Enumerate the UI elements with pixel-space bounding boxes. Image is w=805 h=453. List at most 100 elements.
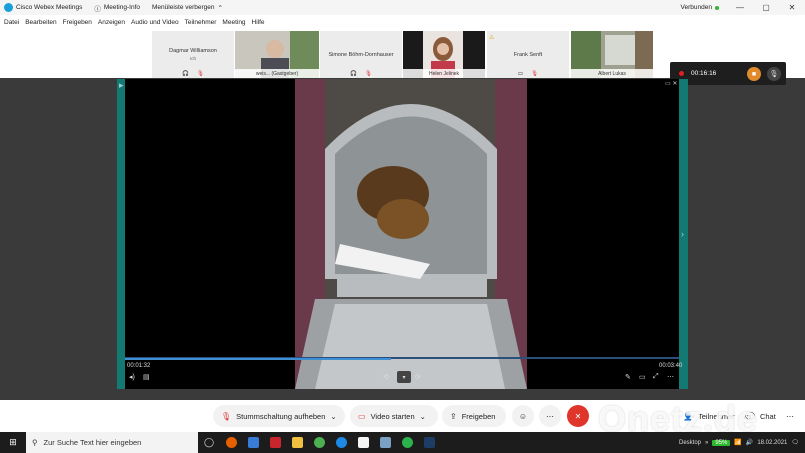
webex-window: Cisco Webex Meetings ⓘ Meeting-Info Menü… bbox=[0, 0, 805, 453]
network-icon[interactable]: 📶 bbox=[734, 439, 741, 446]
battery-indicator[interactable]: 95% bbox=[712, 439, 731, 446]
headset-icon: 🎧 bbox=[182, 71, 189, 77]
participant-name: Frank Senft bbox=[513, 51, 543, 58]
headset-icon: 🎧 bbox=[350, 71, 357, 77]
participant-tile-frank[interactable]: ⚠ Frank Senft ▭ 🎙 bbox=[487, 31, 569, 78]
unmute-button[interactable]: 🎙 Stummschaltung aufheben ⌄ bbox=[213, 405, 345, 427]
connection-status-label: Verbunden bbox=[680, 4, 712, 11]
participant-name: Simone Böhm-Dornhauser bbox=[328, 51, 394, 58]
muted-mic-icon: 🎙 bbox=[196, 71, 204, 77]
participant-tools: 🎧 🎙 bbox=[320, 71, 402, 77]
mailbox-image bbox=[295, 79, 527, 389]
end-meeting-button[interactable]: ✕ bbox=[567, 405, 589, 427]
next-arrow-icon[interactable]: › bbox=[681, 229, 684, 239]
shared-content: 00:01:32 00:03:40 ◂) ▤ ⟲ ▾ ⟳ ✎ ▭ ⤢ ⋯ bbox=[117, 79, 688, 389]
taskbar-search[interactable]: ⚲ Zur Suche Text hier eingeben bbox=[26, 432, 198, 453]
video-progress-bar[interactable] bbox=[125, 358, 391, 360]
title-bar: Cisco Webex Meetings ⓘ Meeting-Info Menü… bbox=[0, 0, 805, 15]
info-icon: ⓘ bbox=[94, 5, 101, 13]
search-placeholder: Zur Suche Text hier eingeben bbox=[43, 438, 142, 447]
menu-audio-video[interactable]: Audio und Video bbox=[131, 19, 179, 26]
participant-tools: 🎧 🎙 bbox=[152, 71, 234, 77]
connected-dot-icon bbox=[715, 5, 719, 10]
more-button[interactable]: ⋯ bbox=[539, 405, 561, 427]
video-off-icon: ▭ bbox=[517, 71, 524, 77]
connection-status: Verbunden bbox=[681, 4, 719, 11]
photoshop-icon[interactable] bbox=[418, 432, 440, 453]
volume-tray-icon[interactable]: 🔊 bbox=[746, 439, 753, 446]
video-total-time: 00:03:40 bbox=[659, 363, 683, 369]
participant-tile-helen[interactable]: Helen Jelinek bbox=[403, 31, 485, 78]
webex-logo-icon bbox=[4, 3, 13, 12]
menu-bearbeiten[interactable]: Bearbeiten bbox=[25, 19, 56, 26]
participant-label: Albert Lukas bbox=[571, 69, 653, 78]
task-view-icon[interactable]: ◯ bbox=[198, 432, 220, 453]
volume-icon[interactable]: ◂) bbox=[129, 373, 135, 381]
share-icon: ⇪ bbox=[450, 411, 457, 421]
expand-left-icon[interactable]: ▸ bbox=[119, 80, 124, 91]
app-title: Cisco Webex Meetings bbox=[16, 4, 83, 11]
chat-label: Chat bbox=[759, 411, 776, 421]
edge-icon[interactable] bbox=[330, 432, 352, 453]
store-icon[interactable] bbox=[352, 432, 374, 453]
participant-tile-albert[interactable]: Albert Lukas bbox=[571, 31, 653, 78]
documents-icon[interactable] bbox=[374, 432, 396, 453]
file-explorer-icon[interactable] bbox=[286, 432, 308, 453]
menu-freigeben[interactable]: Freigeben bbox=[63, 19, 92, 26]
participant-name: Dagmar Williamson bbox=[169, 48, 217, 54]
menu-anzeigen[interactable]: Anzeigen bbox=[98, 19, 125, 26]
muted-mic-icon: 🎙 bbox=[531, 71, 539, 77]
hide-menu-button[interactable]: Menüleiste verbergen ⌃ bbox=[152, 4, 223, 12]
menu-teilnehmer[interactable]: Teilnehmer bbox=[185, 19, 217, 26]
hide-menu-label: Menüleiste verbergen bbox=[152, 4, 215, 11]
video-off-icon: ▭ bbox=[358, 411, 366, 421]
rewind-icon[interactable]: ⟲ bbox=[383, 373, 389, 381]
meeting-info-button[interactable]: ⓘ Meeting-Info bbox=[94, 3, 140, 13]
pdf-app-icon[interactable] bbox=[264, 432, 286, 453]
unmute-label: Stummschaltung aufheben bbox=[236, 411, 326, 421]
menu-hilfe[interactable]: Hilfe bbox=[252, 19, 265, 26]
clock-date[interactable]: 18.02.2021 bbox=[757, 440, 787, 446]
maximize-button[interactable]: ▢ bbox=[753, 0, 779, 15]
share-button[interactable]: ⇪ Freigeben bbox=[442, 405, 506, 427]
search-icon: ⚲ bbox=[32, 438, 38, 447]
menu-meeting[interactable]: Meeting bbox=[222, 19, 245, 26]
close-button[interactable]: ✕ bbox=[779, 0, 805, 15]
edit-icon[interactable]: ✎ bbox=[625, 373, 631, 381]
chevron-up-icon: ⌃ bbox=[217, 4, 223, 12]
more-panels-button[interactable]: ⋯ bbox=[779, 405, 801, 427]
video-elapsed-time: 00:01:32 bbox=[127, 363, 151, 369]
tray-expand-icon[interactable]: » bbox=[705, 440, 708, 446]
participant-tile-simone[interactable]: Simone Böhm-Dornhauser 🎧 🎙 bbox=[320, 31, 402, 78]
webex-taskbar-icon[interactable] bbox=[396, 432, 418, 453]
chevron-down-icon[interactable]: ⌄ bbox=[420, 412, 426, 421]
share-label: Freigeben bbox=[461, 411, 496, 421]
window-controls-icon[interactable]: ▭ ✕ bbox=[665, 80, 677, 87]
participant-tile-dagmar[interactable]: Dagmar Williamson Ich 🎧 🎙 bbox=[152, 31, 234, 78]
pip-icon[interactable]: ▭ bbox=[639, 373, 646, 381]
more-options-icon[interactable]: ⋯ bbox=[667, 373, 674, 381]
desktop-label[interactable]: Desktop bbox=[679, 440, 701, 446]
chevron-down-icon[interactable]: ⌄ bbox=[330, 412, 336, 421]
menu-datei[interactable]: Datei bbox=[4, 19, 19, 26]
minimize-button[interactable]: — bbox=[727, 0, 753, 15]
reactions-button[interactable]: ☺ bbox=[512, 405, 534, 427]
mail-icon[interactable] bbox=[242, 432, 264, 453]
recording-time: 00:16:16 bbox=[691, 70, 717, 77]
start-video-button[interactable]: ▭ Video starten ⌄ bbox=[350, 405, 438, 427]
participant-self-tag: Ich bbox=[189, 56, 196, 61]
participant-tile-weis[interactable]: weis... (Gastgeber) bbox=[235, 31, 319, 78]
forward-icon[interactable]: ⟳ bbox=[415, 373, 421, 381]
participant-label: Helen Jelinek bbox=[403, 69, 485, 78]
fullscreen-icon[interactable]: ⤢ bbox=[653, 373, 659, 381]
stop-recording-button[interactable]: ■ bbox=[747, 67, 761, 81]
firefox-icon[interactable] bbox=[220, 432, 242, 453]
menu-bar: Datei Bearbeiten Freigeben Anzeigen Audi… bbox=[0, 15, 805, 29]
notifications-icon[interactable]: 🗨 bbox=[791, 439, 799, 446]
windows-start-icon[interactable]: ⊞ bbox=[0, 432, 26, 453]
chrome-icon[interactable] bbox=[308, 432, 330, 453]
subtitles-icon[interactable]: ▤ bbox=[143, 373, 150, 381]
recorder-mic-button[interactable]: 🎙 bbox=[767, 67, 781, 81]
muted-mic-icon: 🎙 bbox=[221, 411, 232, 421]
play-pause-button[interactable]: ▾ bbox=[397, 371, 411, 383]
